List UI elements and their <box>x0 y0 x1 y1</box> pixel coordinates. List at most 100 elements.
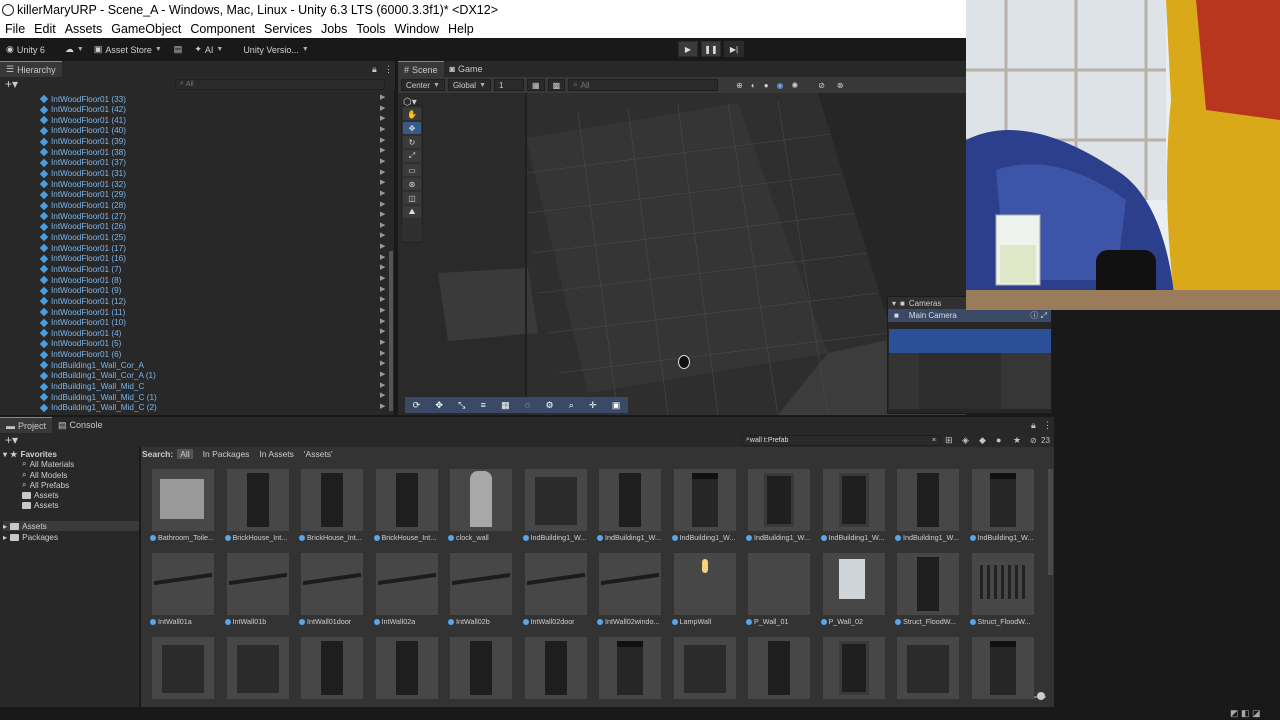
menu-tools[interactable]: Tools <box>356 22 385 36</box>
asset-label[interactable]: Struct_FloodW... <box>969 617 1046 626</box>
unity-account-button[interactable]: ◉ Unity 6 <box>6 44 45 55</box>
menu-gameobject[interactable]: GameObject <box>111 22 181 36</box>
asset-thumbnail[interactable] <box>301 553 363 615</box>
expand-arrow-icon[interactable]: ▶ <box>380 210 385 218</box>
hierarchy-item[interactable]: IntWoodFloor01 (10) <box>39 318 126 328</box>
fav-all-prefabs[interactable]: ⌕ All Prefabs <box>22 480 69 490</box>
expand-arrow-icon[interactable]: ▶ <box>380 285 385 293</box>
collapse-icon[interactable]: ▾ <box>892 299 896 308</box>
hierarchy-item[interactable]: IntWoodFloor01 (17) <box>39 243 126 253</box>
project-search-input[interactable]: ⌕ wall t:Prefab × <box>742 434 940 446</box>
expand-arrow-icon[interactable]: ▶ <box>380 178 385 186</box>
asset-thumbnail[interactable] <box>301 637 363 699</box>
expand-arrow-icon[interactable]: ▶ <box>380 242 385 250</box>
asset-label[interactable]: BrickHouse_Int... <box>224 533 301 542</box>
asset-thumbnail[interactable] <box>599 469 661 531</box>
asset-label[interactable]: LampWall <box>671 617 748 626</box>
expand-arrow-icon[interactable]: ▶ <box>380 253 385 261</box>
tab-console[interactable]: ▤ Console <box>52 417 109 433</box>
hierarchy-item[interactable]: IntWoodFloor01 (7) <box>39 264 121 274</box>
asset-thumbnail[interactable] <box>673 553 736 615</box>
asset-thumbnail[interactable] <box>971 637 1034 699</box>
asset-label[interactable]: P_Wall_01 <box>746 617 822 626</box>
asset-thumbnail[interactable] <box>375 553 438 615</box>
hierarchy-item[interactable]: IntWoodFloor01 (31) <box>39 169 126 179</box>
more-icon[interactable]: ⋮ <box>1043 420 1052 431</box>
orientation-gizmo-icon[interactable]: ⬡▾ <box>403 97 417 108</box>
menu-jobs[interactable]: Jobs <box>321 22 347 36</box>
add-icon[interactable]: +▾ <box>5 433 18 447</box>
hierarchy-item[interactable]: IndBuilding1_Wall_Mid_C <box>39 382 144 392</box>
move-tool-icon[interactable]: ✥ <box>403 122 421 134</box>
rotate-handle-icon[interactable]: ⟳ <box>413 400 421 411</box>
asset-label[interactable]: IntWall02b <box>448 617 524 626</box>
asset-label[interactable]: BrickHouse_Int... <box>373 533 450 542</box>
orbit-icon[interactable]: ◌ <box>525 400 530 410</box>
asset-label[interactable]: IntWall02a <box>373 617 450 626</box>
hierarchy-item[interactable]: IntWoodFloor01 (5) <box>39 339 121 349</box>
search-by-type-icon[interactable]: ⊞ <box>945 435 953 446</box>
tag-icon[interactable]: ◆ <box>979 435 986 446</box>
hierarchy-item[interactable]: IntWoodFloor01 (32) <box>39 179 126 189</box>
scene-search-input[interactable]: ⌕ All <box>568 79 719 91</box>
asset-label[interactable]: Struct_FloodW... <box>895 617 971 626</box>
thumbnail-size-handle[interactable] <box>1037 692 1045 700</box>
gizmo-icon[interactable]: ⊕ <box>736 81 743 90</box>
hierarchy-item[interactable]: IntWoodFloor01 (4) <box>39 328 121 338</box>
asset-thumbnail[interactable] <box>226 469 289 531</box>
align-icon[interactable]: ≡ <box>481 400 486 410</box>
hierarchy-item[interactable]: IntWoodFloor01 (25) <box>39 232 126 242</box>
search-by-label-icon[interactable]: ◈ <box>962 435 969 446</box>
draw-mode-icon[interactable]: ◐ <box>751 81 756 90</box>
frame-icon[interactable]: ▣ <box>612 400 621 411</box>
menu-edit[interactable]: Edit <box>34 22 56 36</box>
filter-in-packages[interactable]: In Packages <box>203 449 250 459</box>
hierarchy-item[interactable]: IntWoodFloor01 (40) <box>39 126 126 136</box>
hierarchy-scrollbar[interactable] <box>389 251 393 411</box>
menu-help[interactable]: Help <box>448 22 474 36</box>
hierarchy-item[interactable]: IntWoodFloor01 (27) <box>39 211 126 221</box>
hidden-objects-icon[interactable]: ⊘ <box>818 81 825 90</box>
lock-icon[interactable]: 🔒︎ <box>1031 420 1036 431</box>
version-control-button[interactable]: Unity Versio... ▼ <box>243 45 308 55</box>
asset-thumbnail[interactable] <box>524 553 587 615</box>
hierarchy-item[interactable]: IntWoodFloor01 (12) <box>39 296 126 306</box>
asset-thumbnail[interactable] <box>897 637 959 699</box>
fav-all-materials[interactable]: ⌕ All Materials <box>22 459 74 469</box>
camera-select-dropdown[interactable]: ■ Main Camera ⓘ ⤢ <box>888 309 1051 322</box>
expand-arrow-icon[interactable]: ▶ <box>380 370 385 378</box>
asset-thumbnail[interactable] <box>971 469 1034 531</box>
ai-button[interactable]: ✦ AI ▼ <box>194 44 223 55</box>
scene-viewport[interactable] <box>398 93 966 415</box>
expand-arrow-icon[interactable]: ▶ <box>380 381 385 389</box>
asset-label[interactable]: clock_wall <box>448 533 524 542</box>
expand-arrow-icon[interactable]: ▶ <box>380 231 385 239</box>
asset-thumbnail[interactable] <box>524 469 587 531</box>
asset-thumbnail[interactable] <box>599 553 661 615</box>
asset-thumbnail[interactable] <box>971 553 1034 615</box>
hierarchy-search-input[interactable]: ⌕ All <box>175 78 385 90</box>
expand-arrow-icon[interactable]: ▶ <box>380 168 385 176</box>
asset-label[interactable]: IndBuilding1_W... <box>820 533 897 542</box>
grid-align-icon[interactable]: ▦ <box>501 400 510 411</box>
expand-arrow-icon[interactable]: ▶ <box>380 327 385 335</box>
rect-tool-icon[interactable]: ▭ <box>403 164 421 176</box>
hierarchy-item[interactable]: IndBuilding1_Wall_Mid_C (1) <box>39 392 157 402</box>
expand-arrow-icon[interactable]: ▶ <box>380 200 385 208</box>
hierarchy-item[interactable]: IntWoodFloor01 (11) <box>39 307 125 317</box>
expand-arrow-icon[interactable]: ▶ <box>380 306 385 314</box>
asset-thumbnail[interactable] <box>599 637 661 699</box>
tab-hierarchy[interactable]: ☰ Hierarchy <box>0 61 62 77</box>
pause-button[interactable]: ❚❚ <box>701 41 721 57</box>
scale-tool-icon[interactable]: ⤢ <box>403 150 421 162</box>
filter-all[interactable]: All <box>177 449 193 459</box>
hierarchy-item[interactable]: IntWoodFloor01 (39) <box>39 137 126 147</box>
asset-label[interactable]: IntWall02windo... <box>597 617 673 626</box>
lock-icon[interactable]: 🔒︎ <box>372 64 377 75</box>
info-icon[interactable]: ● <box>996 435 1001 445</box>
asset-label[interactable]: IndBuilding1_W... <box>969 533 1046 542</box>
hierarchy-item[interactable]: IndBuilding1_Wall_Mid_C (2) <box>39 403 157 413</box>
asset-thumbnail[interactable] <box>897 553 959 615</box>
asset-thumbnail[interactable] <box>450 637 512 699</box>
asset-label[interactable]: IntWall01b <box>224 617 301 626</box>
